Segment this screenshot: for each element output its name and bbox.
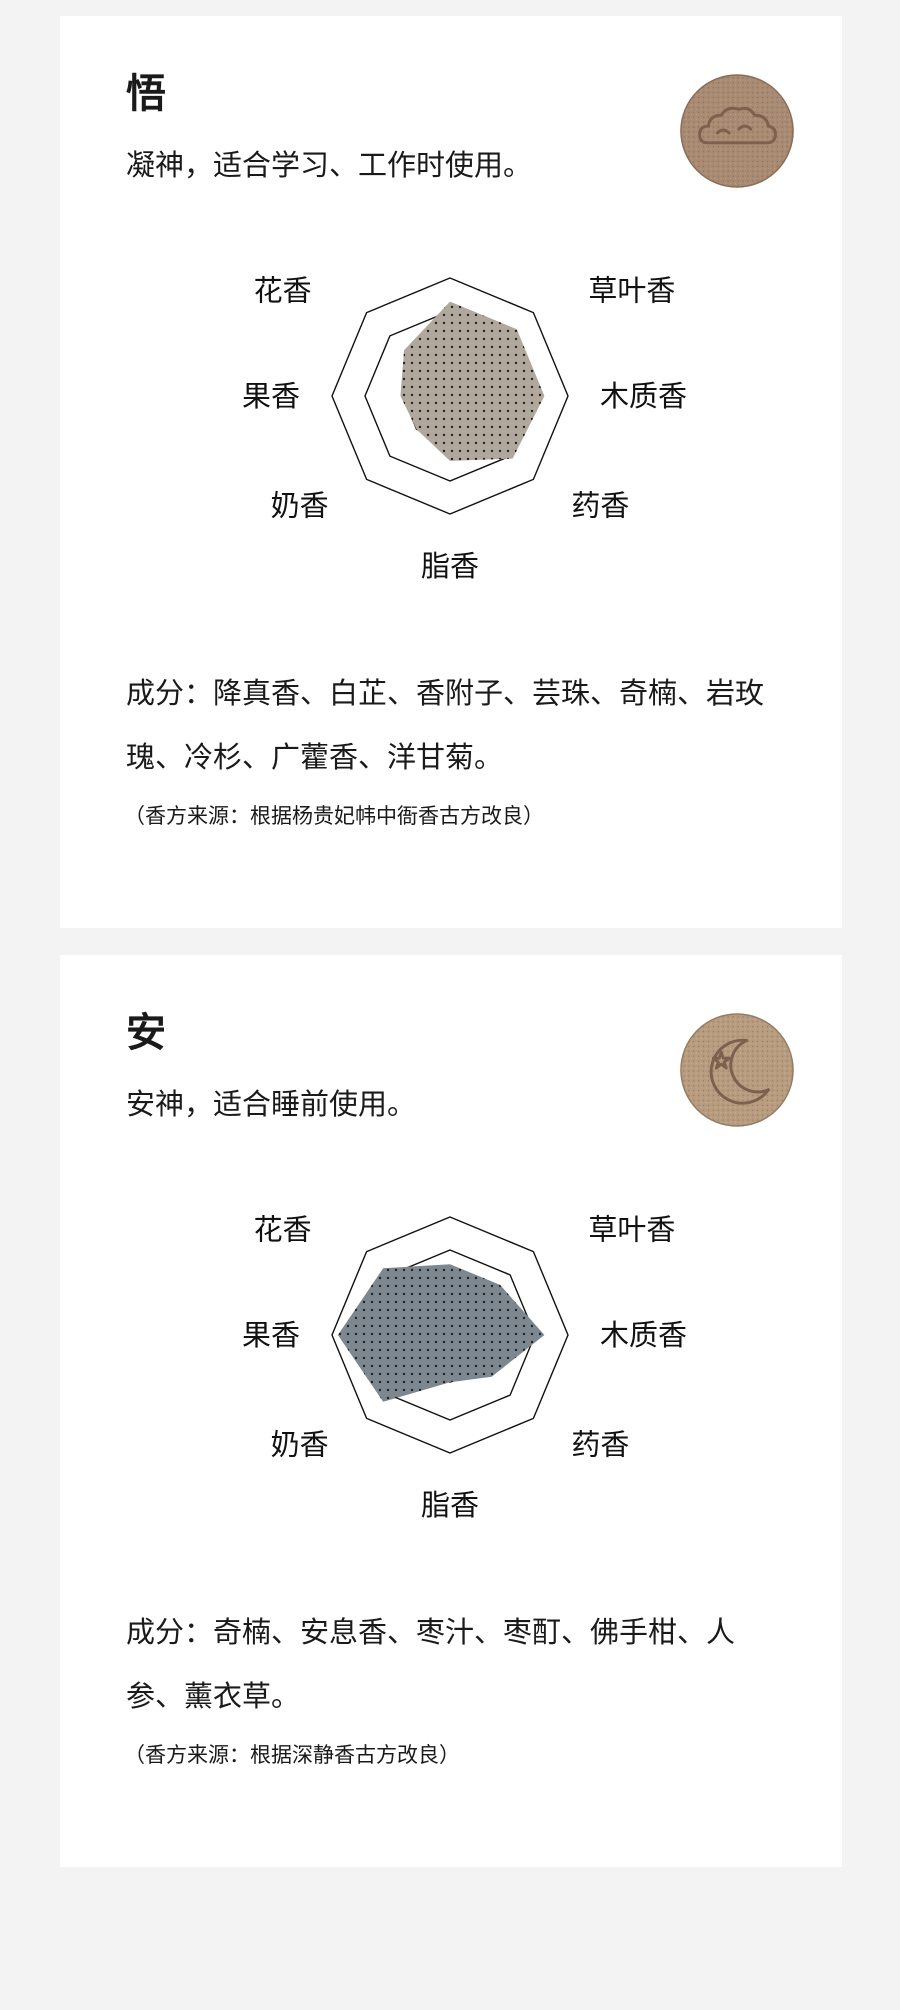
fragrance-radar-chart: 清香草叶香木质香药香脂香奶香果香花香	[242, 1213, 687, 1522]
radar-axis-label: 脂香	[421, 1488, 479, 1522]
radar-axis-label: 奶香	[271, 1427, 329, 1461]
radar-axis-label: 果香	[242, 1318, 300, 1352]
radar-data-area	[400, 301, 545, 461]
product-card-wu: 悟 凝神，适合学习、工作时使用。 清香草叶香木质香药香脂香奶香果香花香 成分：降…	[60, 16, 842, 928]
radar-axis-label: 脂香	[421, 549, 479, 583]
radar-area-dots	[337, 1264, 545, 1402]
radar-axis-label: 木质香	[600, 379, 687, 413]
radar-area-dots	[400, 301, 545, 461]
product-description: 凝神，适合学习、工作时使用。	[126, 148, 533, 182]
radar-axis-label: 奶香	[271, 488, 329, 522]
recipe-source: （香方来源：根据深静香古方改良）	[124, 1743, 460, 1767]
ingredients-text: 成分：奇楠、安息香、枣汁、枣酊、佛手柑、人参、薰衣草。	[126, 1615, 736, 1713]
radar-axis-label: 花香	[254, 1213, 312, 1247]
product-card-an: 安 安神，适合睡前使用。 清香草叶香木质香药香脂香奶香果香花香 成分：奇楠、安息…	[60, 955, 842, 1867]
radar-axis-label: 药香	[571, 488, 629, 522]
radar-axis-label: 草叶香	[588, 1213, 675, 1247]
radar-axis-label: 药香	[571, 1427, 629, 1461]
recipe-source: （香方来源：根据杨贵妃帏中衙香古方改良）	[124, 804, 544, 828]
radar-axis-label: 果香	[242, 379, 300, 413]
ingredients-text: 成分：降真香、白芷、香附子、芸珠、奇楠、岩玫瑰、冷杉、广藿香、洋甘菊。	[126, 676, 765, 774]
fragrance-radar-chart: 清香草叶香木质香药香脂香奶香果香花香	[242, 274, 687, 583]
radar-axis-label: 花香	[254, 274, 312, 308]
product-title: 安	[126, 1009, 166, 1056]
product-description: 安神，适合睡前使用。	[126, 1087, 417, 1121]
radar-axis-label: 草叶香	[588, 274, 675, 308]
incense-tablet-cloud-icon	[680, 74, 794, 188]
radar-axis-label: 木质香	[600, 1318, 687, 1352]
radar-data-area	[337, 1264, 545, 1402]
incense-tablet-moon-star-icon	[680, 1013, 794, 1127]
product-title: 悟	[126, 70, 166, 117]
